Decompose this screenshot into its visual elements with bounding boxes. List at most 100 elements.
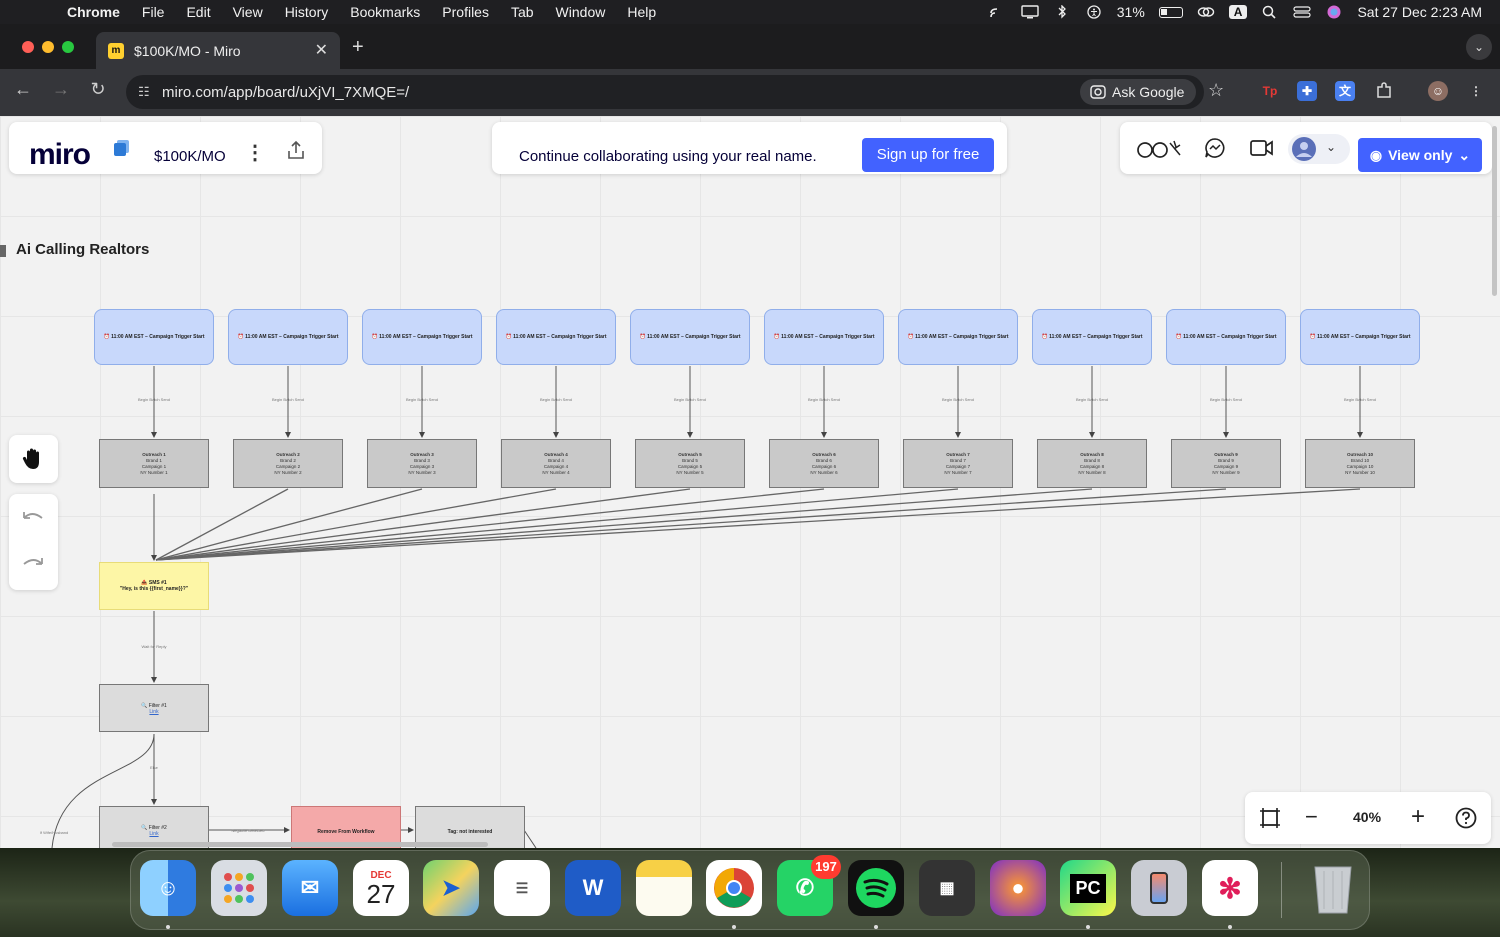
extension-tp-icon[interactable]: Tp <box>1260 81 1280 101</box>
maps-icon[interactable]: ➤ <box>423 860 479 916</box>
outreach-node-6[interactable]: Outreach 6 Brand 6 Campaign 6 NY Number 6 <box>769 439 879 488</box>
reminders-icon[interactable]: ☰ <box>494 860 550 916</box>
campaign-trigger-node-4[interactable]: ⏰ 11:00 AM EST – Campaign Trigger Start <box>496 309 616 365</box>
browser-menu-kebab-icon[interactable]: ⋮ <box>1466 81 1486 101</box>
reactions-icon[interactable] <box>1136 139 1182 159</box>
microsoft-word-icon[interactable]: W <box>565 860 621 916</box>
miro-board-canvas[interactable]: Ai Calling Realtors ⏰ 11:00 AM EST – Cam… <box>0 116 1500 848</box>
firefox-icon[interactable]: ● <box>990 860 1046 916</box>
siri-icon[interactable] <box>1325 5 1343 19</box>
google-translate-icon[interactable]: 文 <box>1335 81 1355 101</box>
bluetooth-icon[interactable] <box>1053 5 1071 19</box>
campaign-trigger-node-8[interactable]: ⏰ 11:00 AM EST – Campaign Trigger Start <box>1032 309 1152 365</box>
pycharm-icon[interactable]: PC <box>1060 860 1116 916</box>
outreach-node-4[interactable]: Outreach 4 Brand 4 Campaign 4 NY Number 4 <box>501 439 611 488</box>
user-avatar-dropdown[interactable]: ⌄ <box>1288 134 1350 164</box>
menu-profiles[interactable]: Profiles <box>431 4 500 20</box>
campaign-trigger-node-3[interactable]: ⏰ 11:00 AM EST – Campaign Trigger Start <box>362 309 482 365</box>
menu-help[interactable]: Help <box>616 4 667 20</box>
horizontal-scrollbar[interactable] <box>112 842 488 847</box>
fit-frame-icon[interactable] <box>1259 807 1281 829</box>
cast-icon[interactable] <box>989 5 1007 19</box>
miro-logo[interactable]: miro <box>29 138 91 172</box>
menu-file[interactable]: File <box>131 4 176 20</box>
campaign-trigger-node-7[interactable]: ⏰ 11:00 AM EST – Campaign Trigger Start <box>898 309 1018 365</box>
back-arrow-icon[interactable]: ← <box>11 79 35 100</box>
clock-datetime[interactable]: Sat 27 Dec 2:23 AM <box>1357 4 1482 20</box>
outreach-node-1[interactable]: Outreach 1 Brand 1 Campaign 1 NY Number 1 <box>99 439 209 488</box>
tab-search-menu-button[interactable]: ⌄ <box>1466 34 1492 60</box>
redo-icon[interactable] <box>22 556 44 570</box>
menu-view[interactable]: View <box>222 4 274 20</box>
tab-miro-board[interactable]: m $100K/MO - Miro ✕ <box>96 32 340 69</box>
undo-icon[interactable] <box>22 510 44 524</box>
outreach-node-5[interactable]: Outreach 5 Brand 5 Campaign 5 NY Number 5 <box>635 439 745 488</box>
menu-edit[interactable]: Edit <box>175 4 221 20</box>
address-bar[interactable]: ☷ miro.com/app/board/uXjVI_7XMQE=/ <box>126 75 1204 109</box>
view-only-button[interactable]: ◉ View only ⌄ <box>1358 138 1482 172</box>
spotify-icon[interactable] <box>848 860 904 916</box>
zoom-in-icon[interactable]: + <box>1411 803 1425 831</box>
outreach-node-3[interactable]: Outreach 3 Brand 3 Campaign 3 NY Number 3 <box>367 439 477 488</box>
accessibility-icon[interactable] <box>1085 5 1103 19</box>
campaign-trigger-node-2[interactable]: ⏰ 11:00 AM EST – Campaign Trigger Start <box>228 309 348 365</box>
profile-avatar-icon[interactable]: ☺ <box>1428 81 1448 101</box>
link-icon[interactable] <box>1197 5 1215 19</box>
reload-icon[interactable]: ↻ <box>86 79 110 100</box>
menu-history[interactable]: History <box>274 4 340 20</box>
outreach-node-9[interactable]: Outreach 9 Brand 9 Campaign 9 NY Number 9 <box>1171 439 1281 488</box>
launchpad-icon[interactable] <box>211 860 267 916</box>
campaign-trigger-node-10[interactable]: ⏰ 11:00 AM EST – Campaign Trigger Start <box>1300 309 1420 365</box>
window-minimize-button[interactable] <box>42 41 54 53</box>
calculator-icon[interactable]: ▦ <box>919 860 975 916</box>
slack-icon[interactable]: ✻ <box>1202 860 1258 916</box>
tab-close-icon[interactable]: ✕ <box>315 40 328 60</box>
extensions-puzzle-icon[interactable] <box>1374 81 1394 101</box>
forward-arrow-icon[interactable]: → <box>49 79 73 100</box>
campaign-trigger-node-9[interactable]: ⏰ 11:00 AM EST – Campaign Trigger Start <box>1166 309 1286 365</box>
notes-icon[interactable] <box>636 860 692 916</box>
control-center-icon[interactable] <box>1293 5 1312 19</box>
filter-1-link[interactable]: Link <box>100 709 208 715</box>
site-settings-icon[interactable]: ☷ <box>138 84 152 100</box>
new-tab-button[interactable]: + <box>352 36 364 59</box>
vertical-scrollbar[interactable] <box>1492 126 1497 296</box>
outreach-node-8[interactable]: Outreach 8 Brand 8 Campaign 8 NY Number 8 <box>1037 439 1147 488</box>
battery-icon[interactable] <box>1158 6 1183 18</box>
window-maximize-button[interactable] <box>62 41 74 53</box>
chrome-icon[interactable] <box>706 860 762 916</box>
mail-icon[interactable]: ✉ <box>282 860 338 916</box>
outreach-node-2[interactable]: Outreach 2 Brand 2 Campaign 2 NY Number 2 <box>233 439 343 488</box>
display-icon[interactable] <box>1021 5 1039 19</box>
zoom-out-icon[interactable]: − <box>1305 804 1318 830</box>
bookmark-star-icon[interactable]: ☆ <box>1208 80 1224 101</box>
menu-tab[interactable]: Tab <box>500 4 545 20</box>
signup-button[interactable]: Sign up for free <box>862 138 994 172</box>
iphone-mirroring-icon[interactable] <box>1131 860 1187 916</box>
board-name[interactable]: $100K/MO <box>154 148 226 165</box>
help-icon[interactable] <box>1455 807 1477 829</box>
share-export-icon[interactable] <box>286 140 306 160</box>
address-url[interactable]: miro.com/app/board/uXjVI_7XMQE=/ <box>162 84 409 101</box>
hand-tool-icon[interactable] <box>22 447 44 471</box>
menu-bookmarks[interactable]: Bookmarks <box>339 4 431 20</box>
menu-app-name[interactable]: Chrome <box>56 4 131 20</box>
frame-title[interactable]: Ai Calling Realtors <box>16 241 149 258</box>
campaign-trigger-node-5[interactable]: ⏰ 11:00 AM EST – Campaign Trigger Start <box>630 309 750 365</box>
campaign-trigger-node-6[interactable]: ⏰ 11:00 AM EST – Campaign Trigger Start <box>764 309 884 365</box>
filter-1-node[interactable]: 🔍 Filter #1 Link <box>99 684 209 732</box>
campaign-trigger-node-1[interactable]: ⏰ 11:00 AM EST – Campaign Trigger Start <box>94 309 214 365</box>
extension-blue-icon[interactable]: ✚ <box>1297 81 1317 101</box>
outreach-node-7[interactable]: Outreach 7 Brand 7 Campaign 7 NY Number 7 <box>903 439 1013 488</box>
trash-icon[interactable] <box>1305 860 1361 916</box>
comments-icon[interactable] <box>1204 137 1226 159</box>
zoom-level[interactable]: 40% <box>1353 809 1381 825</box>
filter-2-link[interactable]: Link <box>100 831 208 837</box>
window-close-button[interactable] <box>22 41 34 53</box>
sms-node[interactable]: 📤 SMS #1 "Hey, is this {{first_name}}?" <box>99 562 209 610</box>
input-source-icon[interactable]: A <box>1228 5 1248 19</box>
calendar-icon[interactable]: DEC 27 <box>353 860 409 916</box>
finder-icon[interactable]: ☺ <box>140 860 196 916</box>
menu-window[interactable]: Window <box>545 4 617 20</box>
board-menu-kebab-icon[interactable]: ⋮ <box>245 140 265 165</box>
